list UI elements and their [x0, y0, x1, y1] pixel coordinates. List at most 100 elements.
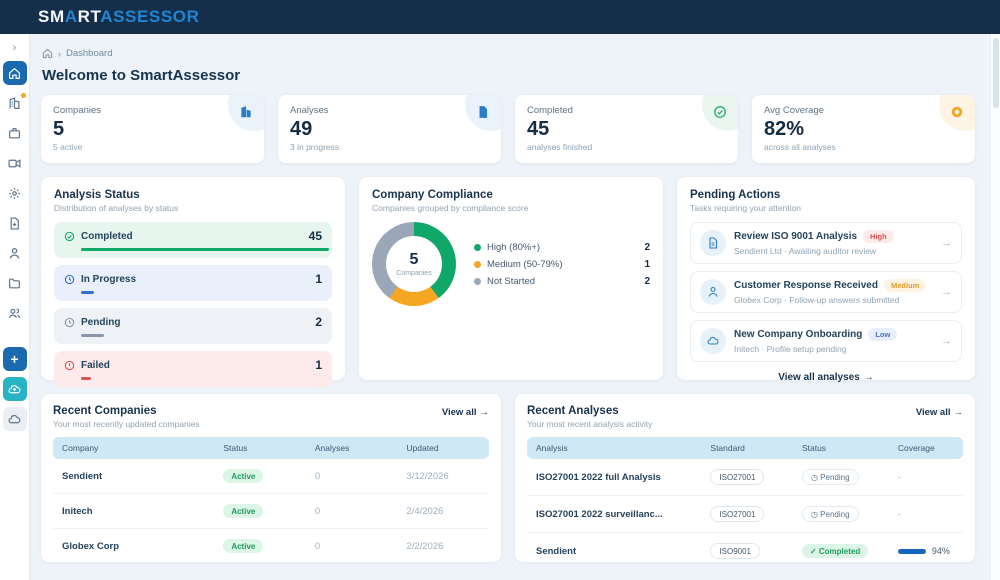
- sidebar-item-documents[interactable]: [3, 211, 27, 235]
- company-compliance-panel: Company Compliance Companies grouped by …: [358, 176, 664, 381]
- stat-value: 82%: [764, 118, 963, 140]
- arrow-right-icon: →: [954, 407, 964, 418]
- logo-part: ASSESSOR: [100, 7, 199, 26]
- stat-card-completed[interactable]: Completed 45 analyses finished: [514, 94, 739, 164]
- recent-analyses-table: Analysis Standard Status Coverage ISO270…: [527, 437, 963, 563]
- action-title: Customer Response Received: [734, 280, 878, 291]
- action-subtitle: Initech · Profile setup pending: [734, 344, 933, 354]
- status-row-completed[interactable]: Completed 45: [54, 222, 332, 258]
- status-label: In Progress: [81, 274, 309, 285]
- stat-card-companies[interactable]: Companies 5 5 active: [40, 94, 265, 164]
- legend-dot-orange: [474, 261, 481, 268]
- status-badge: Active: [223, 469, 263, 483]
- sidebar-collapse-toggle[interactable]: ›: [13, 40, 17, 58]
- sidebar-item-team[interactable]: [3, 301, 27, 325]
- priority-badge: Low: [868, 328, 897, 341]
- action-title: New Company Onboarding: [734, 329, 862, 340]
- building-icon: [239, 105, 253, 119]
- panel-title: Pending Actions: [690, 189, 962, 201]
- document-icon: [476, 105, 490, 119]
- pending-action-item[interactable]: Customer Response Received Medium Globex…: [690, 271, 962, 313]
- cloud-export-button[interactable]: [3, 407, 27, 431]
- column-header[interactable]: Status: [214, 437, 306, 459]
- middle-row: Analysis Status Distribution of analyses…: [40, 176, 976, 381]
- legend-label: Medium (50-79%): [487, 259, 638, 270]
- sidebar-item-home[interactable]: [3, 61, 27, 85]
- stat-subtitle: across all analyses: [764, 142, 963, 152]
- donut-center-label: Companies: [396, 270, 431, 277]
- legend-value: 1: [644, 259, 650, 270]
- status-count: 1: [315, 272, 322, 286]
- column-header[interactable]: Company: [53, 437, 214, 459]
- table-row[interactable]: Sendient Active 0 3/12/2026: [53, 459, 489, 494]
- sidebar-item-briefcase[interactable]: [3, 121, 27, 145]
- table-row[interactable]: Sendient ISO9001 ✓ Completed 94%: [527, 533, 963, 564]
- priority-badge: High: [863, 230, 894, 243]
- column-header[interactable]: Updated: [397, 437, 489, 459]
- updated-date: 2/4/2026: [397, 494, 489, 529]
- status-row-pending[interactable]: Pending 2: [54, 308, 332, 344]
- cloud-upload-icon: [8, 383, 21, 396]
- stat-card-avg-coverage[interactable]: Avg Coverage 82% across all analyses: [751, 94, 976, 164]
- stat-cards-row: Companies 5 5 active Analyses 49 3 in pr…: [40, 94, 976, 164]
- pending-actions-panel: Pending Actions Tasks requiring your att…: [676, 176, 976, 381]
- bottom-row: Recent Companies Your most recently upda…: [40, 393, 976, 563]
- column-header[interactable]: Coverage: [889, 437, 963, 459]
- table-row[interactable]: Globex Corp Active 0 2/2/2026: [53, 529, 489, 564]
- scrollbar-thumb[interactable]: [993, 38, 999, 108]
- status-label: Completed: [81, 231, 303, 242]
- status-progress-bar: [81, 334, 104, 337]
- add-new-button[interactable]: +: [3, 347, 27, 371]
- breadcrumb: › Dashboard: [42, 48, 976, 59]
- sidebar-item-companies[interactable]: [3, 91, 27, 115]
- check-circle-icon: [713, 105, 727, 119]
- clock-icon: [64, 274, 75, 285]
- pending-action-item[interactable]: New Company Onboarding Low Initech · Pro…: [690, 320, 962, 362]
- view-all-analyses-link[interactable]: View all analyses→: [690, 372, 962, 383]
- arrow-right-icon: →: [480, 407, 490, 418]
- view-all-companies-link[interactable]: View all→: [442, 407, 489, 418]
- column-header[interactable]: Standard: [701, 437, 793, 459]
- document-icon: [707, 237, 719, 249]
- scrollbar[interactable]: [990, 34, 1000, 580]
- column-header[interactable]: Status: [793, 437, 889, 459]
- action-title: Review ISO 9001 Analysis: [734, 231, 857, 242]
- coverage-value: -: [889, 496, 963, 533]
- analyses-count: 0: [306, 459, 398, 494]
- updated-date: 2/2/2026: [397, 529, 489, 564]
- stat-value: 5: [53, 118, 252, 140]
- sidebar-item-profile[interactable]: [3, 241, 27, 265]
- column-header[interactable]: Analyses: [306, 437, 398, 459]
- app-logo: SMARTASSESSOR: [38, 7, 199, 27]
- breadcrumb-separator: ›: [58, 49, 61, 59]
- company-name: Initech: [53, 494, 214, 529]
- table-row[interactable]: Initech Active 0 2/4/2026: [53, 494, 489, 529]
- compliance-donut-chart: 5 Companies: [372, 222, 456, 306]
- stat-subtitle: 3 in progress: [290, 142, 489, 152]
- page-title: Welcome to SmartAssessor: [42, 67, 976, 84]
- cloud-export-icon: [8, 413, 21, 426]
- status-row-failed[interactable]: Failed 1: [54, 351, 332, 387]
- status-progress-bar: [81, 377, 91, 380]
- legend-item-not-started: Not Started 2: [474, 276, 650, 287]
- view-all-analyses-link[interactable]: View all→: [916, 407, 963, 418]
- status-badge: ◷ Pending: [802, 469, 859, 485]
- breadcrumb-page[interactable]: Dashboard: [66, 48, 112, 59]
- cloud-upload-button[interactable]: [3, 377, 27, 401]
- updated-date: 3/12/2026: [397, 459, 489, 494]
- sidebar-item-settings[interactable]: [3, 181, 27, 205]
- sidebar-item-recordings[interactable]: [3, 151, 27, 175]
- user-icon: [8, 247, 21, 260]
- table-row[interactable]: ISO27001 2022 full Analysis ISO27001 ◷ P…: [527, 459, 963, 496]
- pending-action-item[interactable]: Review ISO 9001 Analysis High Sendient L…: [690, 222, 962, 264]
- status-row-in-progress[interactable]: In Progress 1: [54, 265, 332, 301]
- column-header[interactable]: Analysis: [527, 437, 701, 459]
- logo-accent: A: [65, 7, 78, 26]
- stat-card-analyses[interactable]: Analyses 49 3 in progress: [277, 94, 502, 164]
- sidebar-item-files[interactable]: [3, 271, 27, 295]
- donut-center-value: 5: [410, 252, 419, 268]
- legend-label: High (80%+): [487, 242, 638, 253]
- table-row[interactable]: ISO27001 2022 surveillanc... ISO27001 ◷ …: [527, 496, 963, 533]
- home-icon[interactable]: [42, 48, 53, 59]
- panel-title: Analysis Status: [54, 189, 332, 201]
